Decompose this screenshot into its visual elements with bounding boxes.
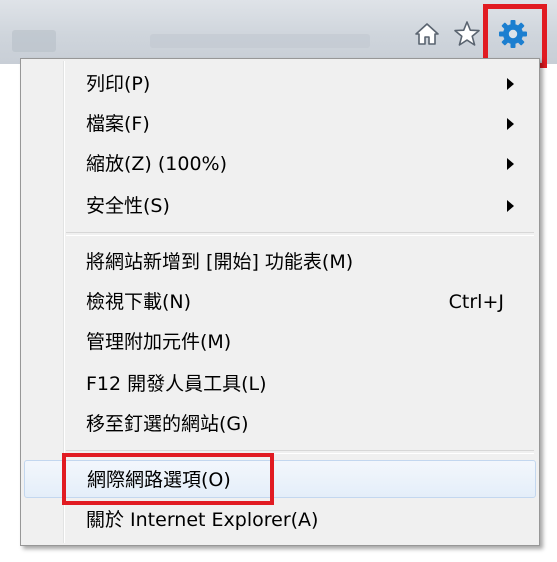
favorites-button[interactable]	[450, 16, 484, 52]
menu-item-pinned-sites[interactable]: 移至釘選的網站(G)	[24, 405, 536, 443]
menu-item-file[interactable]: 檔案(F)	[24, 105, 536, 143]
menu-item-manage-addons[interactable]: 管理附加元件(M)	[24, 323, 536, 361]
browser-toolbar	[0, 0, 557, 64]
submenu-arrow-icon	[507, 200, 514, 212]
menu-item-safety[interactable]: 安全性(S)	[24, 187, 536, 225]
menu-item-print[interactable]: 列印(P)	[24, 65, 536, 103]
home-icon	[415, 23, 439, 45]
menu-item-label: 管理附加元件(M)	[86, 331, 232, 353]
menu-item-zoom[interactable]: 縮放(Z) (100%)	[24, 145, 536, 183]
menu-item-label: 檢視下載(N)	[86, 291, 192, 313]
menu-item-label: 將網站新增到 [開始] 功能表(M)	[86, 251, 354, 273]
internet-options-highlight-box	[62, 453, 274, 505]
toolbar-blurred-element	[12, 30, 56, 52]
submenu-arrow-icon	[507, 78, 514, 90]
menu-item-label: 列印(P)	[86, 73, 151, 95]
home-button[interactable]	[410, 16, 444, 52]
menu-separator	[66, 232, 534, 236]
menu-item-label: 關於 Internet Explorer(A)	[86, 509, 319, 531]
star-icon	[454, 21, 480, 46]
menu-item-label: 移至釘選的網站(G)	[86, 413, 249, 435]
submenu-arrow-icon	[507, 118, 514, 130]
menu-item-shortcut: Ctrl+J	[448, 291, 504, 313]
menu-item-add-to-start[interactable]: 將網站新增到 [開始] 功能表(M)	[24, 243, 536, 281]
menu-item-dev-tools[interactable]: F12 開發人員工具(L)	[24, 365, 536, 403]
menu-item-label: F12 開發人員工具(L)	[86, 373, 267, 395]
submenu-arrow-icon	[507, 158, 514, 170]
menu-item-label: 縮放(Z) (100%)	[86, 153, 228, 175]
menu-item-label: 檔案(F)	[86, 113, 150, 135]
menu-item-label: 安全性(S)	[86, 195, 170, 217]
menu-item-about-ie[interactable]: 關於 Internet Explorer(A)	[24, 501, 536, 539]
screenshot: 列印(P) 檔案(F) 縮放(Z) (100%) 安全性(S) 將網站新增到 […	[0, 0, 557, 562]
menu-item-view-downloads[interactable]: 檢視下載(N) Ctrl+J	[24, 283, 536, 321]
toolbar-blurred-element	[150, 34, 370, 48]
